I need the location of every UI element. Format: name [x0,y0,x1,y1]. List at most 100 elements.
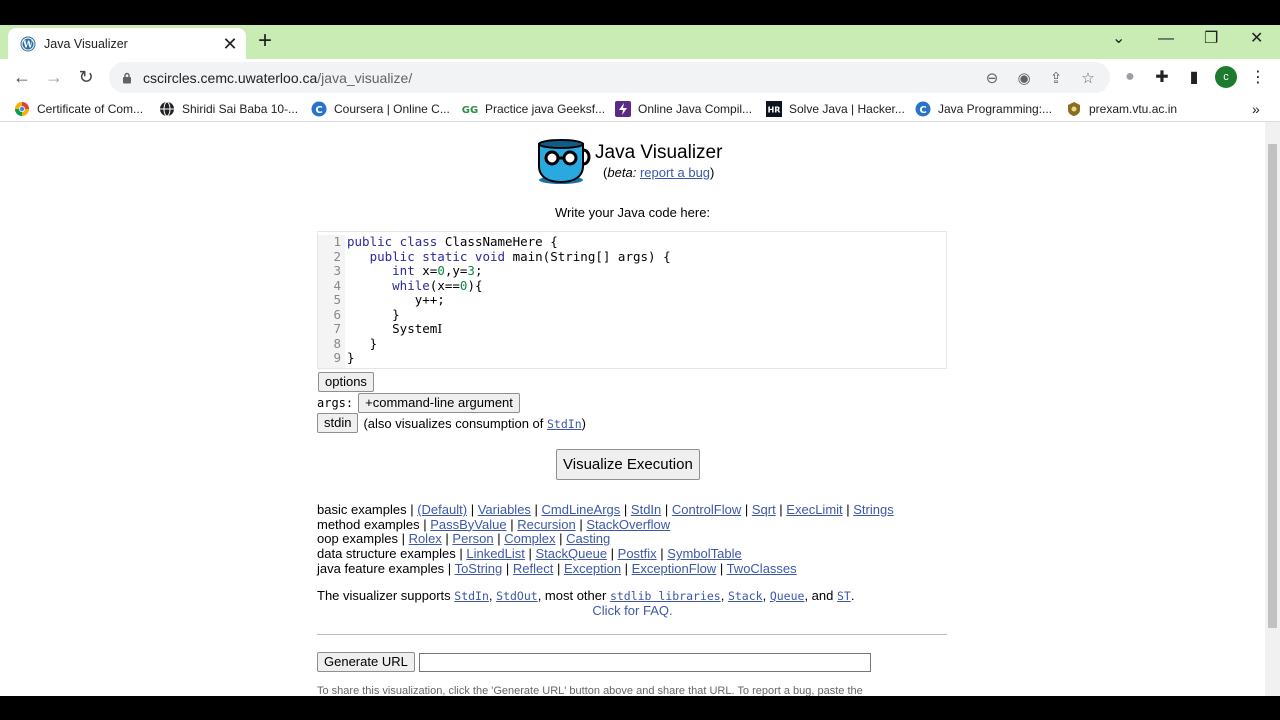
example-link[interactable]: ControlFlow [672,502,741,517]
example-link[interactable]: TwoClasses [727,561,797,576]
generate-url-button[interactable]: Generate URL [317,652,415,672]
generated-url-input[interactable] [418,652,871,672]
code-line: SystemI [392,321,443,336]
title-block: Java Visualizer (beta: report a bug) [595,142,722,180]
extension-circle-icon[interactable]: ● [1118,65,1142,89]
bookmark-item[interactable]: Online Java Compil... [615,100,752,118]
vtu-emblem-icon [1068,102,1080,116]
example-link[interactable]: CmdLineArgs [542,502,621,517]
share-instructions: To share this visualization, click the '… [317,685,863,696]
add-argument-button[interactable]: +command-line argument [358,393,520,413]
options-button[interactable]: options [318,372,374,392]
line-number-gutter: 1 2 3 4 5 6 7 8 9 [318,234,345,368]
stdout-link[interactable]: StdOut [496,589,538,603]
forward-icon[interactable]: → [42,65,66,89]
bookmark-item[interactable]: C Java Programming:... [915,100,1052,118]
hackerrank-icon: HR [766,101,782,117]
method-examples-row: method examples | PassByValue | Recursio… [317,516,671,532]
stack-link[interactable]: Stack [728,589,763,603]
line-number: 2 [333,248,341,264]
bookmark-item[interactable]: C Coursera | Online C... [311,100,450,118]
page-scrollbar[interactable] [1265,122,1280,696]
data-structure-examples-row: data structure examples | LinkedList | S… [317,546,742,562]
basic-examples-row: basic examples | (Default) | Variables |… [317,502,894,517]
example-link[interactable]: Variables [478,502,531,517]
visualize-execution-button[interactable]: Visualize Execution [556,449,700,480]
generate-url-row: Generate URL [317,652,871,672]
bookmark-item[interactable]: HR Solve Java | Hacker... [766,100,905,118]
tab-java-visualizer[interactable]: W Java Visualizer ✕ [8,28,246,59]
back-icon[interactable]: ← [10,65,34,89]
reload-icon[interactable]: ↻ [74,65,98,89]
share-icon[interactable]: ⇪ [1046,68,1066,88]
bookmark-item[interactable]: Shiridi Sai Baba 10-... [159,100,298,118]
example-link[interactable]: ExecLimit [786,502,842,517]
bookmark-item[interactable]: GG Practice java Geeksf... [462,100,605,118]
eye-icon[interactable]: ◉ [1014,68,1034,88]
example-link[interactable]: ExceptionFlow [632,561,717,576]
profile-button[interactable]: c [1214,65,1238,89]
bookmark-star-icon[interactable]: ☆ [1078,68,1098,88]
report-bug-link[interactable]: report a bug [640,165,710,180]
example-link[interactable]: Postfix [618,546,657,561]
bookmark-item[interactable]: prexam.vtu.ac.in [1066,100,1177,118]
geeksforgeeks-icon: GG [462,105,478,116]
example-link[interactable]: StdIn [631,502,661,517]
restore-icon[interactable]: ❐ [1204,29,1218,49]
scrollbar-thumb[interactable] [1268,144,1277,628]
code-editor[interactable]: 1 2 3 4 5 6 7 8 9 public class ClassName… [317,231,947,369]
example-link[interactable]: Casting [566,531,610,547]
lightning-icon [615,101,631,117]
side-panel-icon[interactable]: ▮ [1182,65,1206,89]
code-line: public class ClassNameHere { [347,234,558,249]
st-link[interactable]: ST [837,589,851,603]
code-prompt: Write your Java code here: [554,205,711,220]
stdin-button[interactable]: stdin [317,413,359,433]
minimize-icon[interactable]: — [1158,29,1174,49]
line-number: 1 [333,234,341,249]
new-tab-button[interactable]: + [258,29,272,53]
example-link[interactable]: Rolex [409,531,442,547]
example-link[interactable]: Sqrt [752,502,776,517]
example-link[interactable]: (Default) [417,502,467,517]
zoom-icon[interactable]: ⊖ [982,68,1002,88]
code-line: int x=0,y=3; [392,263,483,278]
java-feature-examples-row: java feature examples | ToString | Refle… [317,560,797,576]
code-line: public static void main(String[] args) { [369,248,671,264]
example-link[interactable]: Reflect [513,561,553,576]
menu-kebab-icon[interactable]: ⋮ [1246,65,1270,89]
stdin-link[interactable]: StdIn [454,589,489,603]
stdin-doc-link[interactable]: StdIn [547,417,582,431]
globe-icon [160,101,174,117]
code-lines[interactable]: public class ClassNameHere { public stat… [347,234,671,366]
example-link[interactable]: Person [452,531,493,547]
tab-close-icon[interactable]: ✕ [222,35,238,53]
tab-search-icon[interactable]: ⌄ [1112,29,1125,49]
faq-link[interactable]: Click for FAQ. [0,603,1265,618]
code-line: y++; [414,292,445,307]
example-link[interactable]: Exception [564,561,621,576]
example-link[interactable]: Complex [504,531,555,547]
queue-link[interactable]: Queue [770,589,805,603]
svg-text:C: C [315,105,322,116]
example-link[interactable]: LinkedList [466,546,525,561]
example-link[interactable]: Strings [853,502,893,517]
line-number: 5 [333,292,341,307]
line-number: 6 [333,306,341,322]
text-cursor-icon: I [437,321,443,336]
stdlib-link[interactable]: stdlib libraries [610,589,721,603]
svg-text:GG: GG [462,105,478,116]
example-link[interactable]: SymbolTable [667,546,741,561]
example-link[interactable]: StackOverflow [586,517,670,532]
window-close-icon[interactable]: ✕ [1250,29,1263,49]
example-link[interactable]: PassByValue [430,517,506,532]
extensions-puzzle-icon[interactable]: ✚ [1150,65,1174,89]
example-link[interactable]: Recursion [517,517,576,532]
example-link[interactable]: StackQueue [536,546,608,561]
address-bar[interactable]: cscircles.cemc.uwaterloo.ca/java_visuali… [109,62,1110,93]
more-bookmarks-icon[interactable]: » [1252,100,1260,118]
example-link[interactable]: ToString [455,561,503,576]
bookmark-item[interactable]: Certificate of Com... [14,100,143,118]
page-header: Java Visualizer (beta: report a bug) [533,136,722,186]
page-content: Java Visualizer (beta: report a bug) Wri… [0,122,1265,696]
